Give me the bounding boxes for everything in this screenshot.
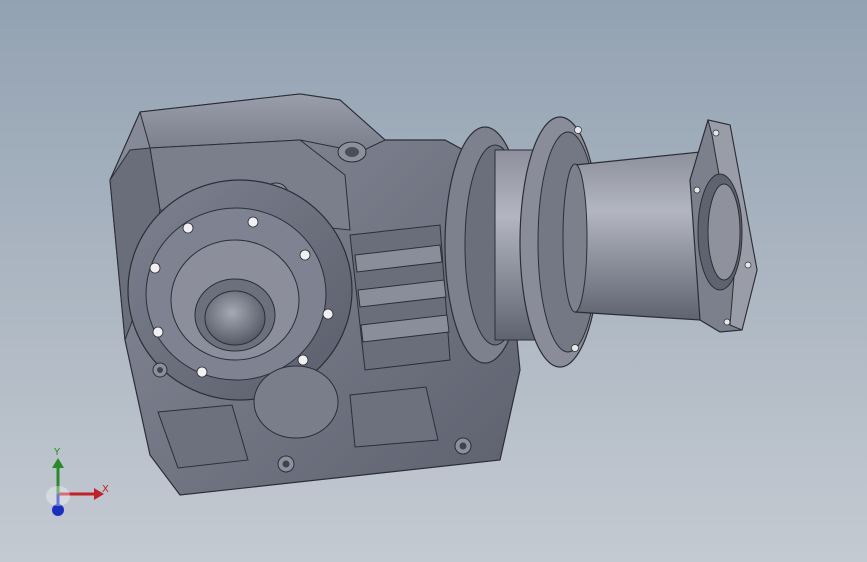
graphics-viewport[interactable]: X Y: [0, 0, 867, 562]
coordinate-triad: X Y: [36, 440, 126, 530]
gear-reducer-model[interactable]: [0, 0, 867, 562]
motor-flange[interactable]: [689, 119, 758, 333]
housing-ribs: [349, 224, 451, 371]
y-axis-label: Y: [54, 447, 61, 458]
motor-adapter[interactable]: [562, 151, 701, 321]
x-axis-label: X: [102, 484, 109, 495]
